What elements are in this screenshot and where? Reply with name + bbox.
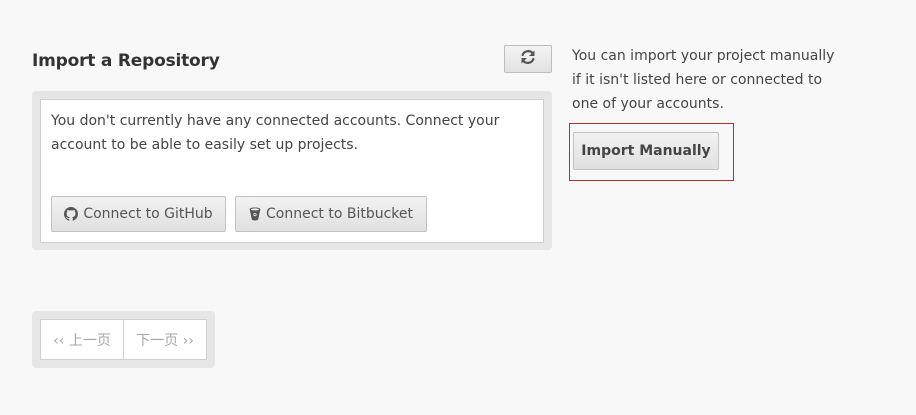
refresh-button[interactable] xyxy=(504,45,552,73)
refresh-icon xyxy=(520,49,536,69)
next-page-link[interactable]: 下一页 ›› xyxy=(124,320,206,359)
no-accounts-message: You don't currently have any connected a… xyxy=(51,113,500,153)
import-manually-help-text: You can import your project manually if … xyxy=(572,48,835,112)
connect-bitbucket-button[interactable]: Connect to Bitbucket xyxy=(235,196,427,232)
connect-github-button[interactable]: Connect to GitHub xyxy=(51,196,226,232)
github-icon xyxy=(64,207,79,221)
pagination-controls: ‹‹ 上一页 下一页 ›› xyxy=(40,319,207,360)
pagination: ‹‹ 上一页 下一页 ›› xyxy=(32,311,215,368)
connect-bitbucket-label: Connect to Bitbucket xyxy=(266,206,413,222)
import-manually-button[interactable]: Import Manually xyxy=(573,132,719,170)
accounts-panel-body: You don't currently have any connected a… xyxy=(40,99,544,243)
previous-page-link[interactable]: ‹‹ 上一页 xyxy=(41,320,124,359)
accounts-panel: You don't currently have any connected a… xyxy=(32,91,552,250)
page-title: Import a Repository xyxy=(32,51,220,71)
connect-github-label: Connect to GitHub xyxy=(83,206,213,222)
bitbucket-icon xyxy=(249,207,261,221)
